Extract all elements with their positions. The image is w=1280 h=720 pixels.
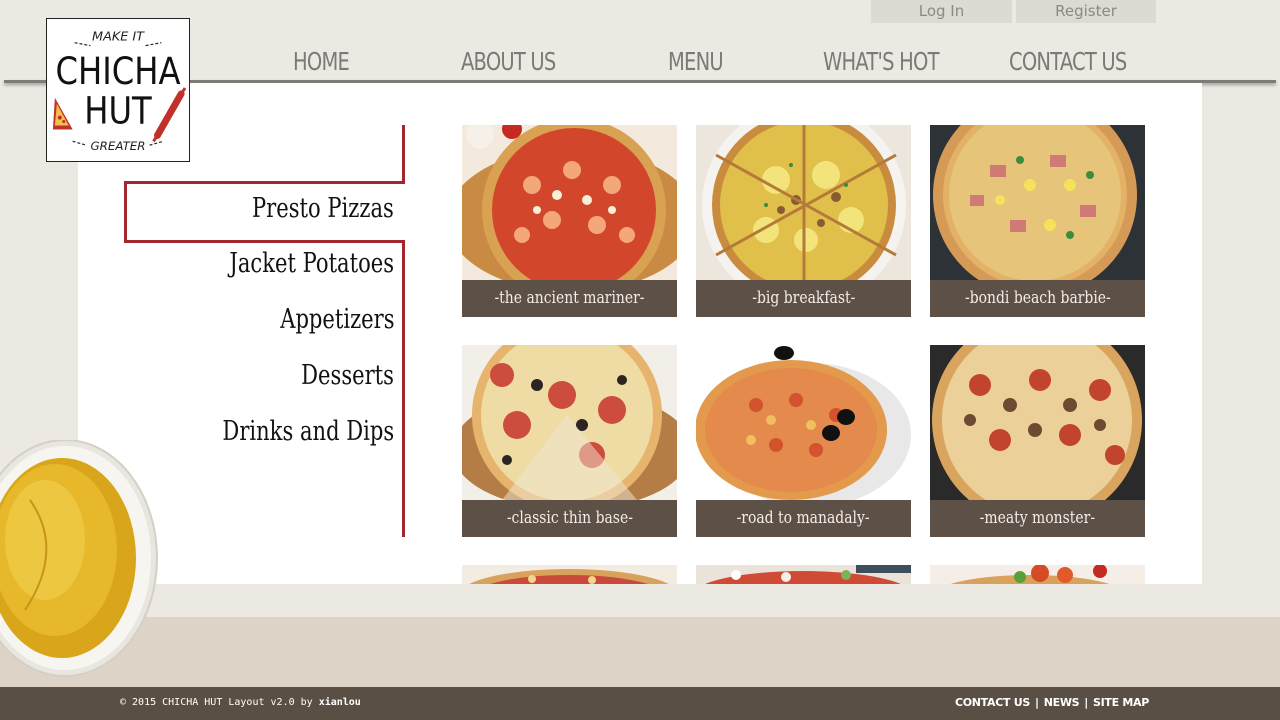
nav-whats-hot[interactable]: WHAT'S HOT xyxy=(823,44,940,80)
nav-home[interactable]: HOME xyxy=(293,44,350,80)
pizza-image xyxy=(696,125,911,280)
svg-text:HUT: HUT xyxy=(84,90,152,133)
footer-link-news[interactable]: NEWS xyxy=(1044,696,1080,709)
svg-text:GREATER: GREATER xyxy=(90,139,145,153)
pizza-card[interactable]: -meaty monster- xyxy=(930,345,1145,537)
nav-menu[interactable]: MENU xyxy=(668,44,724,80)
olive-oil-bowl-decoration xyxy=(0,439,160,680)
register-button[interactable]: Register xyxy=(1016,0,1156,23)
svg-text:MAKE IT: MAKE IT xyxy=(92,30,145,45)
pizza-card[interactable]: -bondi beach barbie- xyxy=(930,125,1145,317)
pizza-image xyxy=(696,345,911,500)
author-link[interactable]: xianlou xyxy=(319,697,361,708)
pizza-slice-icon xyxy=(52,97,73,130)
pizza-caption: -big breakfast- xyxy=(696,280,911,317)
pizza-caption: -the ancient mariner- xyxy=(462,280,677,317)
footer-link-site-map[interactable]: SITE MAP xyxy=(1093,696,1149,709)
pizza-card[interactable]: -the ancient mariner- xyxy=(462,125,677,317)
pizza-caption: -road to manadaly- xyxy=(696,500,911,537)
pizza-caption: -meaty monster- xyxy=(930,500,1145,537)
pizza-caption: -classic thin base- xyxy=(462,500,677,537)
nav-about-us[interactable]: ABOUT US xyxy=(461,44,556,80)
sidebar-item-jacket-potatoes[interactable]: Jacket Potatoes xyxy=(229,248,394,279)
login-button[interactable]: Log In xyxy=(871,0,1012,23)
footer-link-contact-us[interactable]: CONTACT US xyxy=(955,696,1030,709)
copyright-text: © 2015 CHICHA HUT Layout v2.0 by xianlou xyxy=(120,697,361,708)
pizza-image xyxy=(930,345,1145,500)
pizza-card-partial[interactable] xyxy=(696,565,911,584)
pizza-card-partial[interactable] xyxy=(930,565,1145,584)
chicha-hut-logo[interactable]: MAKE IT CHICHA HUT GREATER xyxy=(46,18,190,162)
sidebar-rule-bottom xyxy=(402,240,405,537)
sidebar-item-drinks-and-dips[interactable]: Drinks and Dips xyxy=(222,416,394,447)
rolling-pin-icon xyxy=(152,87,187,143)
sidebar-item-presto-pizzas[interactable]: Presto Pizzas xyxy=(252,193,394,224)
svg-text:CHICHA: CHICHA xyxy=(55,51,180,94)
pizza-image xyxy=(930,125,1145,280)
pizza-caption: -bondi beach barbie- xyxy=(930,280,1145,317)
sidebar-rule-top xyxy=(402,125,405,183)
footer-band xyxy=(0,617,1280,687)
pizza-image xyxy=(462,345,677,500)
pizza-card-partial[interactable] xyxy=(462,565,677,584)
nav-contact-us[interactable]: CONTACT US xyxy=(1009,44,1127,80)
footer-links: CONTACT US | NEWS | SITE MAP xyxy=(954,696,1149,709)
pizza-image xyxy=(462,125,677,280)
sidebar-item-desserts[interactable]: Desserts xyxy=(301,360,394,391)
pizza-card[interactable]: -road to manadaly- xyxy=(696,345,911,537)
pizza-card[interactable]: -classic thin base- xyxy=(462,345,677,537)
pizza-card[interactable]: -big breakfast- xyxy=(696,125,911,317)
sidebar-item-appetizers[interactable]: Appetizers xyxy=(280,304,394,335)
